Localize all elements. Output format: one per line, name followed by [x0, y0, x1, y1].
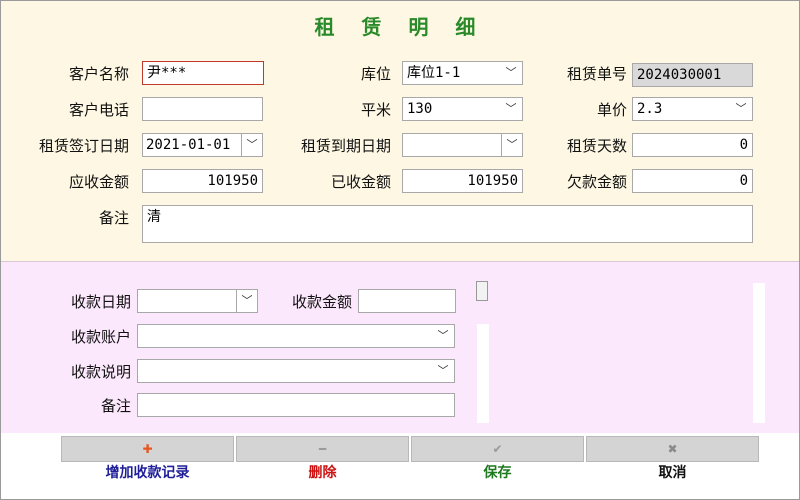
payment-date-picker[interactable]: ﹀: [137, 289, 258, 313]
chevron-down-icon: ﹀: [505, 102, 517, 115]
minus-icon: ━: [318, 442, 327, 456]
add-payment-button[interactable]: ✚: [61, 436, 234, 462]
location-label: 库位: [360, 65, 391, 83]
order-no-field: 2024030001: [632, 63, 753, 87]
save-label[interactable]: 保存: [411, 463, 584, 483]
payment-amount-label: 收款金额: [291, 293, 352, 311]
rental-info-panel: 租 赁 明 细 客户名称 尹*** 客户电话 租赁签订日期 2021-01-01…: [1, 1, 799, 261]
chevron-down-icon: ﹀: [437, 329, 449, 342]
payment-date-label: 收款日期: [70, 293, 131, 311]
unit-price-select[interactable]: 2.3 ﹀: [632, 97, 753, 121]
payment-remark-label: 备注: [100, 397, 131, 415]
customer-name-field[interactable]: 尹***: [142, 61, 264, 85]
plus-icon: ✚: [142, 442, 153, 456]
remark-label: 备注: [98, 209, 129, 227]
sign-date-label: 租赁签订日期: [38, 137, 129, 155]
location-value: 库位1-1: [407, 65, 461, 81]
area-value: 130: [407, 101, 433, 117]
cancel-button[interactable]: ✖: [586, 436, 759, 462]
cancel-label[interactable]: 取消: [586, 463, 759, 483]
received-field[interactable]: 101950: [402, 169, 523, 193]
page-title: 租 赁 明 细: [314, 15, 486, 39]
sign-date-picker[interactable]: 2021-01-01 ﹀: [142, 133, 263, 157]
payment-account-select[interactable]: ﹀: [137, 324, 455, 348]
payment-records-list[interactable]: [753, 283, 765, 423]
customer-phone-label: 客户电话: [68, 101, 129, 119]
delete-button[interactable]: ━: [236, 436, 409, 462]
rent-days-label: 租赁天数: [566, 137, 627, 155]
customer-phone-field[interactable]: [142, 97, 263, 121]
chevron-down-icon: ﹀: [735, 102, 747, 115]
payment-amount-field[interactable]: [358, 289, 456, 313]
check-icon: ✔: [492, 442, 503, 456]
close-icon: ✖: [667, 442, 678, 456]
sign-date-value: 2021-01-01: [146, 137, 231, 153]
chevron-down-icon[interactable]: ﹀: [236, 290, 257, 312]
arrears-label: 欠款金额: [566, 173, 627, 191]
chevron-down-icon: ﹀: [505, 66, 517, 79]
expire-date-picker[interactable]: ﹀: [402, 133, 523, 157]
receivable-field[interactable]: 101950: [142, 169, 263, 193]
expire-date-label: 租赁到期日期: [300, 137, 391, 155]
payment-description-label: 收款说明: [70, 363, 131, 381]
rent-days-field[interactable]: 0: [632, 133, 753, 157]
scrollbar-thumb[interactable]: [476, 281, 488, 301]
chevron-down-icon[interactable]: ﹀: [501, 134, 522, 156]
arrears-field[interactable]: 0: [632, 169, 753, 193]
area-select[interactable]: 130 ﹀: [402, 97, 523, 121]
location-select[interactable]: 库位1-1 ﹀: [402, 61, 523, 85]
add-payment-label[interactable]: 增加收款记录: [61, 463, 234, 483]
unit-price-label: 单价: [596, 101, 627, 119]
payment-description-select[interactable]: ﹀: [137, 359, 455, 383]
scrollbar-track[interactable]: [477, 324, 489, 423]
payment-panel: 收款日期 ﹀ 收款金额 收款账户 ﹀ 收款说明 ﹀ 备注: [1, 261, 799, 434]
receivable-label: 应收金额: [68, 173, 129, 191]
chevron-down-icon[interactable]: ﹀: [241, 134, 262, 156]
remark-field[interactable]: 清: [142, 205, 753, 243]
order-no-label: 租赁单号: [566, 65, 627, 83]
delete-label[interactable]: 删除: [236, 463, 409, 483]
area-label: 平米: [360, 101, 391, 119]
unit-price-value: 2.3: [637, 101, 663, 117]
payment-remark-field[interactable]: [137, 393, 455, 417]
save-button[interactable]: ✔: [411, 436, 584, 462]
rental-detail-window: 租 赁 明 细 客户名称 尹*** 客户电话 租赁签订日期 2021-01-01…: [0, 0, 800, 500]
received-label: 已收金额: [330, 173, 391, 191]
payment-account-label: 收款账户: [70, 328, 131, 346]
customer-name-label: 客户名称: [68, 65, 129, 83]
chevron-down-icon: ﹀: [437, 364, 449, 377]
